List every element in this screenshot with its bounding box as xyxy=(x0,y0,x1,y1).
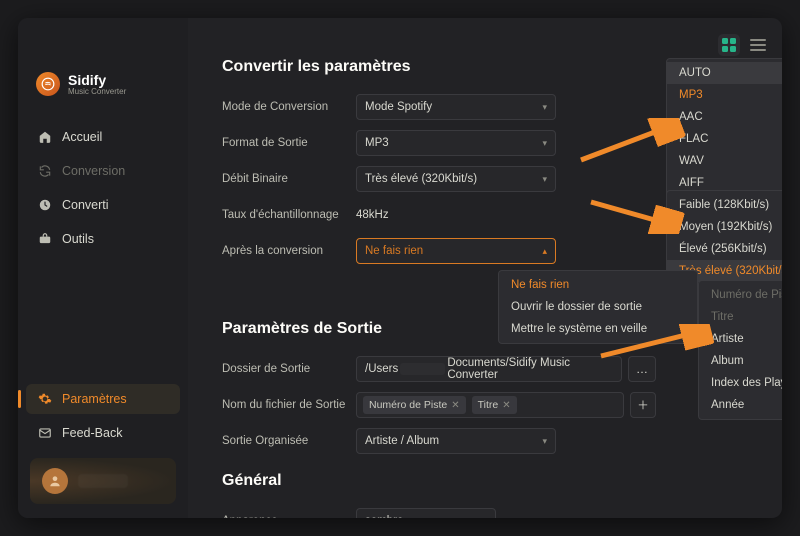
format-option[interactable]: MP3 xyxy=(667,84,782,106)
filename-option[interactable]: Année xyxy=(699,394,782,416)
settings-panel: Convertir les paramètres Mode de Convers… xyxy=(188,18,782,518)
filename-option[interactable]: Artiste xyxy=(699,328,782,350)
chevron-down-icon: ▾ xyxy=(542,138,547,149)
chevron-down-icon: ▾ xyxy=(542,436,547,447)
browse-folder-button[interactable]: … xyxy=(628,356,656,382)
path-redacted xyxy=(400,363,445,375)
sidebar-bottom-nav: Paramètres Feed-Back xyxy=(18,384,188,458)
select-value: Mode Spotify xyxy=(365,101,432,113)
select-value: Ne fais rien xyxy=(365,245,423,257)
brand: Sidify Music Converter xyxy=(18,72,188,122)
sidebar-item-label: Converti xyxy=(62,198,109,212)
chevron-up-icon: ▴ xyxy=(542,246,547,257)
home-icon xyxy=(38,130,52,144)
samplerate-value: 48kHz xyxy=(356,209,389,221)
brand-subtitle: Music Converter xyxy=(68,87,126,96)
row-label: Sortie Organisée xyxy=(222,435,356,447)
row-label: Apparence xyxy=(222,515,356,518)
row-organized-output: Sortie Organisée Artiste / Album ▾ xyxy=(222,426,748,456)
account-name-redacted xyxy=(78,474,128,488)
account-card[interactable] xyxy=(30,458,176,504)
row-label: Mode de Conversion xyxy=(222,101,356,113)
after-option[interactable]: Mettre le système en veille xyxy=(499,318,697,340)
chip-title[interactable]: Titre✕ xyxy=(472,396,517,414)
bitrate-option[interactable]: Moyen (192Kbit/s) xyxy=(667,216,782,238)
bitrate-option[interactable]: Élevé (256Kbit/s) xyxy=(667,238,782,260)
app-window: Sidify Music Converter Accueil Conversio… xyxy=(18,18,782,518)
row-label: Après la conversion xyxy=(222,245,356,257)
remove-chip-icon[interactable]: ✕ xyxy=(502,400,510,411)
appearance-select[interactable]: sombre ▾ xyxy=(356,508,496,518)
row-output-folder: Dossier de Sortie /Users Documents/Sidif… xyxy=(222,354,748,384)
convert-icon xyxy=(38,164,52,178)
bitrate-option[interactable]: Faible (128Kbit/s) xyxy=(667,194,782,216)
select-value: sombre xyxy=(365,515,403,518)
row-label: Nom du fichier de Sortie xyxy=(222,399,356,411)
sidebar-item-label: Conversion xyxy=(62,164,125,178)
path-prefix: /Users xyxy=(365,363,398,375)
bitrate-select[interactable]: Très élevé (320Kbit/s) ▾ xyxy=(356,166,556,192)
select-value: MP3 xyxy=(365,137,389,149)
filename-option[interactable]: Numéro de Piste xyxy=(699,284,782,306)
after-option[interactable]: Ouvrir le dossier de sortie xyxy=(499,296,697,318)
row-label: Débit Binaire xyxy=(222,173,356,185)
row-appearance: Apparence sombre ▾ xyxy=(222,506,748,518)
after-conversion-select[interactable]: Ne fais rien ▴ xyxy=(356,238,556,264)
format-option[interactable]: AAC xyxy=(667,106,782,128)
sidebar-item-label: Paramètres xyxy=(62,392,127,406)
brand-title: Sidify xyxy=(68,73,126,87)
after-option[interactable]: Ne fais rien xyxy=(499,274,697,296)
chevron-down-icon: ▾ xyxy=(482,516,487,519)
brand-logo-icon xyxy=(36,72,60,96)
row-output-filename: Nom du fichier de Sortie Numéro de Piste… xyxy=(222,390,748,420)
path-suffix: Documents/Sidify Music Converter xyxy=(447,357,613,381)
output-folder-field[interactable]: /Users Documents/Sidify Music Converter xyxy=(356,356,622,382)
remove-chip-icon[interactable]: ✕ xyxy=(451,400,459,411)
sidebar-item-label: Outils xyxy=(62,232,94,246)
row-label: Format de Sortie xyxy=(222,137,356,149)
sidebar-item-conversion[interactable]: Conversion xyxy=(26,156,180,186)
organized-output-select[interactable]: Artiste / Album ▾ xyxy=(356,428,556,454)
toolbox-icon xyxy=(38,232,52,246)
clock-icon xyxy=(38,198,52,212)
sidebar-item-label: Accueil xyxy=(62,130,102,144)
select-value: Très élevé (320Kbit/s) xyxy=(365,173,477,185)
sidebar-item-home[interactable]: Accueil xyxy=(26,122,180,152)
mail-icon xyxy=(38,426,52,440)
row-label: Dossier de Sortie xyxy=(222,363,356,375)
filename-option[interactable]: Index des Playlists xyxy=(699,372,782,394)
filename-option[interactable]: Album xyxy=(699,350,782,372)
chip-track-number[interactable]: Numéro de Piste✕ xyxy=(363,396,466,414)
filename-chips[interactable]: Numéro de Piste✕ Titre✕ xyxy=(356,392,624,418)
filename-option[interactable]: Titre xyxy=(699,306,782,328)
chevron-down-icon: ▾ xyxy=(542,174,547,185)
conversion-mode-select[interactable]: Mode Spotify ▾ xyxy=(356,94,556,120)
add-filename-token-button[interactable]: ＋ xyxy=(630,392,656,418)
chevron-down-icon: ▾ xyxy=(542,102,547,113)
sidebar: Sidify Music Converter Accueil Conversio… xyxy=(18,18,188,518)
format-option[interactable]: WAV xyxy=(667,150,782,172)
sidebar-nav: Accueil Conversion Converti Outils xyxy=(18,122,188,254)
output-format-select[interactable]: MP3 ▾ xyxy=(356,130,556,156)
format-option[interactable]: FLAC xyxy=(667,128,782,150)
format-option[interactable]: AUTO xyxy=(667,62,782,84)
sidebar-item-settings[interactable]: Paramètres xyxy=(26,384,180,414)
filename-token-dropdown: Numéro de Piste Titre Artiste Album Inde… xyxy=(698,280,782,420)
section-title-general: Général xyxy=(222,472,748,490)
sidebar-item-converted[interactable]: Converti xyxy=(26,190,180,220)
sidebar-item-label: Feed-Back xyxy=(62,426,122,440)
avatar-icon xyxy=(42,468,68,494)
gear-icon xyxy=(38,392,52,406)
after-conversion-dropdown: Ne fais rien Ouvrir le dossier de sortie… xyxy=(498,270,698,344)
sidebar-item-tools[interactable]: Outils xyxy=(26,224,180,254)
sidebar-item-feedback[interactable]: Feed-Back xyxy=(26,418,180,448)
select-value: Artiste / Album xyxy=(365,435,439,447)
row-label: Taux d'échantillonnage xyxy=(222,209,356,221)
